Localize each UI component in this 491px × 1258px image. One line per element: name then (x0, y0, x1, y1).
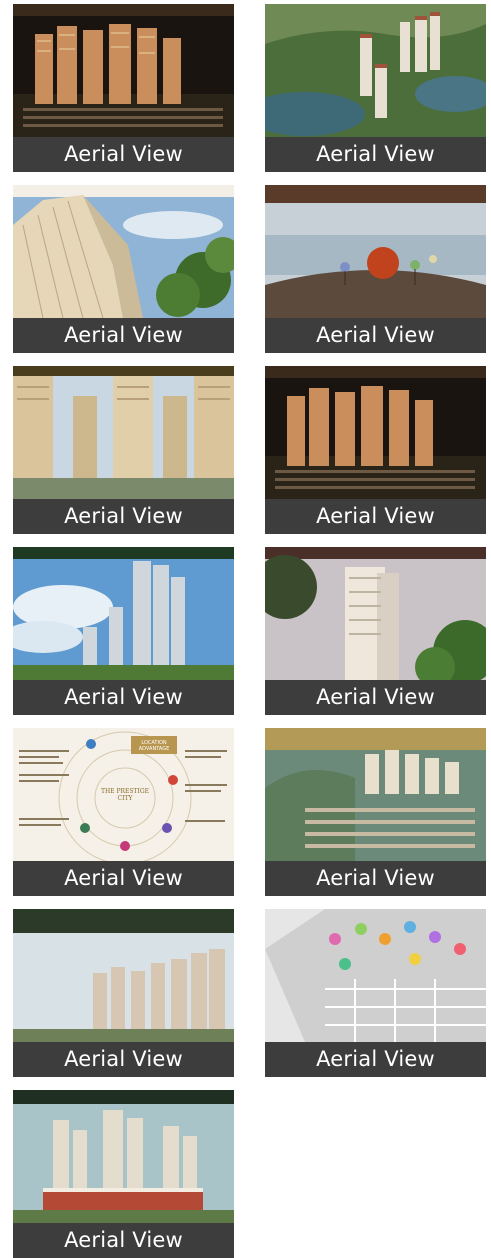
location-map-title: LOCATION ADVANTAGE (138, 740, 170, 752)
gallery-photo (13, 547, 234, 680)
tile-caption: Aerial View (265, 680, 486, 715)
tile-caption: Aerial View (13, 318, 234, 353)
gallery-tile[interactable]: Aerial View (265, 547, 486, 715)
gallery-photo (13, 366, 234, 499)
gallery-tile[interactable]: Aerial View (265, 728, 486, 896)
tile-caption: Aerial View (265, 137, 486, 172)
gallery-tile[interactable]: Aerial View (13, 1090, 234, 1258)
gallery-photo (13, 909, 234, 1042)
gallery-tile[interactable]: Aerial View (13, 547, 234, 715)
gallery-tile[interactable]: Aerial View (13, 185, 234, 353)
gallery-tile[interactable]: LOCATION ADVANTAGE THE PRESTIGE CITY Aer… (13, 728, 234, 896)
tile-caption: Aerial View (265, 1042, 486, 1077)
tile-caption: Aerial View (13, 861, 234, 896)
gallery-tile[interactable]: Aerial View (265, 909, 486, 1077)
gallery-tile[interactable]: Aerial View (13, 366, 234, 534)
gallery-tile[interactable]: Aerial View (265, 366, 486, 534)
gallery-photo (265, 728, 486, 861)
tile-caption: Aerial View (13, 499, 234, 534)
gallery-tile[interactable]: Aerial View (13, 4, 234, 172)
gallery-grid: Aerial View Aerial View Aerial View Aeri… (0, 0, 491, 1258)
gallery-tile[interactable]: Aerial View (265, 185, 486, 353)
tile-caption: Aerial View (265, 318, 486, 353)
gallery-photo (265, 4, 486, 137)
gallery-photo (265, 547, 486, 680)
gallery-photo (13, 4, 234, 137)
gallery-photo (265, 909, 486, 1042)
tile-caption: Aerial View (13, 680, 234, 715)
gallery-photo (265, 185, 486, 318)
tile-caption: Aerial View (265, 861, 486, 896)
tile-caption: Aerial View (13, 1223, 234, 1258)
gallery-photo (13, 1090, 234, 1223)
tile-caption: Aerial View (265, 499, 486, 534)
gallery-tile[interactable]: Aerial View (13, 909, 234, 1077)
tile-caption: Aerial View (13, 1042, 234, 1077)
gallery-photo (265, 366, 486, 499)
gallery-tile[interactable]: Aerial View (265, 4, 486, 172)
location-map-brand: THE PRESTIGE CITY (100, 788, 150, 802)
tile-caption: Aerial View (13, 137, 234, 172)
gallery-photo (13, 185, 234, 318)
